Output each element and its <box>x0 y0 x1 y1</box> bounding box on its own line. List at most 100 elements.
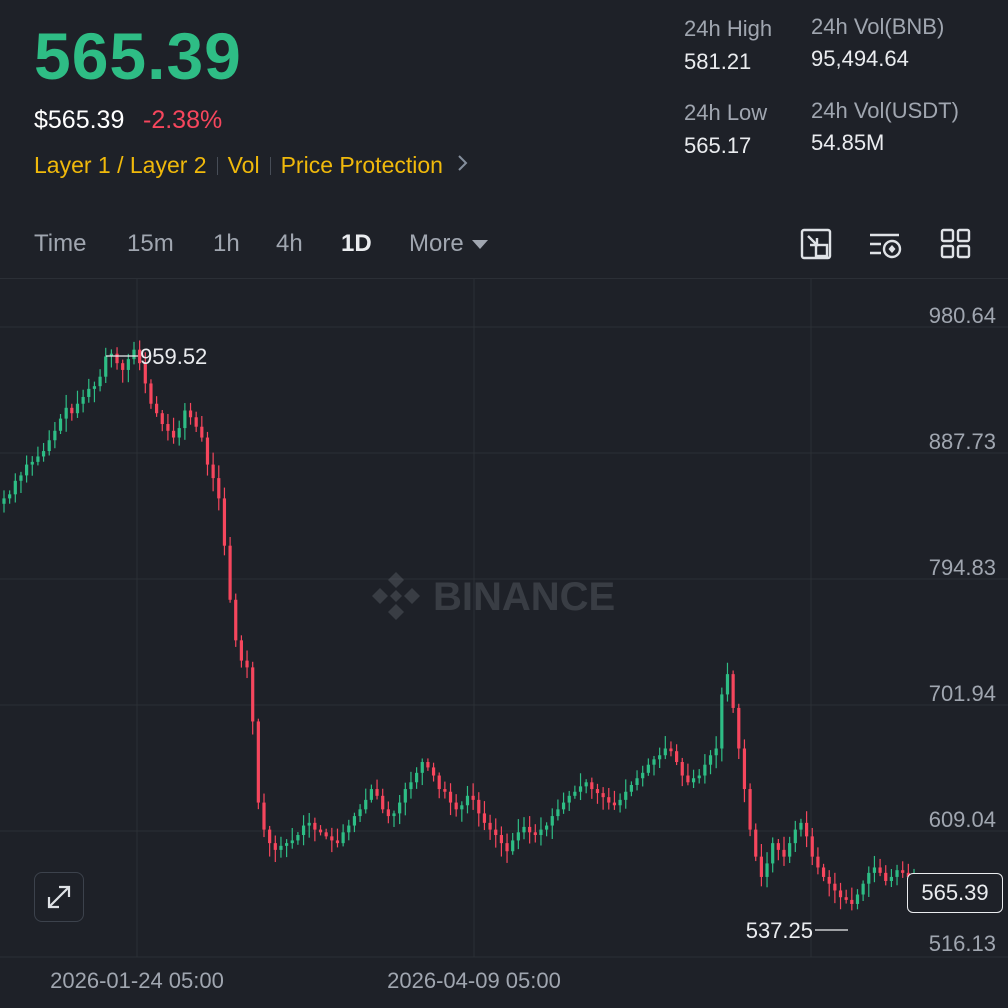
candle-body <box>725 674 730 695</box>
candle-body <box>680 762 684 776</box>
candle-body <box>810 836 814 857</box>
indicator-settings-icon[interactable] <box>867 227 903 263</box>
candle-body <box>641 772 645 779</box>
candle-body <box>386 809 390 817</box>
candlestick-chart[interactable]: BINANCE 980.64 887.73 794.83 701.94 609.… <box>0 279 1008 1008</box>
candle-body <box>318 829 323 833</box>
candle-body <box>256 721 260 803</box>
candle-body <box>578 786 583 792</box>
interval-1d[interactable]: 1D <box>341 230 372 258</box>
candle-body <box>217 478 221 499</box>
candle-body <box>420 762 424 773</box>
min-price-label: 537.25 <box>746 918 813 943</box>
candle-body <box>149 383 153 404</box>
tag-price-protection[interactable]: Price Protection <box>281 152 443 179</box>
candle-body <box>104 356 108 377</box>
candle-body <box>30 461 34 465</box>
max-price-label: 959.52 <box>140 344 207 369</box>
interval-time[interactable]: Time <box>34 230 86 258</box>
candle-body <box>742 748 747 790</box>
candle-body <box>177 428 181 438</box>
candle-body <box>392 813 396 817</box>
candle-body <box>652 759 656 765</box>
candle-body <box>703 764 707 776</box>
low-label: 24h Low <box>684 100 768 125</box>
candle-body <box>759 856 763 877</box>
candle-body <box>431 767 436 776</box>
candle-body <box>477 799 481 814</box>
candle-body <box>262 802 266 830</box>
candle-body <box>482 813 487 823</box>
candle-body <box>838 890 843 898</box>
candle-body <box>799 822 803 830</box>
candle-body <box>708 755 713 765</box>
candle-body <box>776 843 780 850</box>
candle-body <box>273 843 277 850</box>
interval-15m[interactable]: 15m <box>127 230 174 258</box>
candle-body <box>765 863 769 877</box>
candle-body <box>183 410 187 429</box>
candle-body <box>398 802 402 814</box>
candle-body <box>194 417 198 427</box>
candle-body <box>330 836 334 841</box>
tag-vol[interactable]: Vol <box>228 152 260 179</box>
candle-body <box>522 826 526 833</box>
candle-body <box>160 413 164 425</box>
high-label: 24h High <box>684 16 773 41</box>
candle-body <box>268 829 272 844</box>
candle-body <box>13 480 17 495</box>
candles-group <box>2 340 916 911</box>
candle-body <box>691 778 696 783</box>
candle-body <box>675 751 679 763</box>
expand-icon <box>47 885 71 909</box>
candle-body <box>533 832 537 836</box>
candle-body <box>307 822 311 826</box>
candle-body <box>364 799 368 810</box>
candle-body <box>460 805 464 810</box>
candle-body <box>833 883 837 891</box>
candle-body <box>635 778 639 785</box>
candle-body <box>872 867 877 873</box>
tag-layer[interactable]: Layer 1 / Layer 2 <box>34 152 207 179</box>
candle-body <box>731 674 735 708</box>
candle-body <box>369 789 373 800</box>
candle-body <box>75 403 80 414</box>
candle-body <box>720 694 724 749</box>
caret-down-icon <box>471 239 488 249</box>
candle-body <box>561 802 566 810</box>
fullscreen-button[interactable] <box>34 872 84 922</box>
y-tick-label: 516.13 <box>929 931 996 956</box>
candle-body <box>126 359 130 370</box>
candle-body <box>816 856 820 868</box>
chart-settings-icon[interactable] <box>799 227 835 263</box>
candle-body <box>171 430 176 438</box>
candle-body <box>714 748 718 756</box>
candle-body <box>211 464 215 479</box>
more-intervals-dropdown[interactable]: More <box>409 230 488 258</box>
candle-body <box>850 899 854 904</box>
candle-body <box>686 775 690 783</box>
min-price-marker: 537.25 <box>746 918 848 943</box>
x-tick-label: 2026-01-24 05:00 <box>50 968 224 993</box>
watermark-text: BINANCE <box>433 575 615 619</box>
interval-4h[interactable]: 4h <box>276 230 303 258</box>
candle-body <box>19 475 23 481</box>
grid-layout-icon[interactable] <box>939 227 975 263</box>
candle-body <box>205 437 210 465</box>
candle-body <box>844 897 848 900</box>
candle-body <box>488 822 492 830</box>
candle-body <box>612 802 617 806</box>
candle-body <box>505 843 509 852</box>
candle-body <box>426 762 430 768</box>
chevron-right-icon[interactable] <box>457 153 469 179</box>
tag-row[interactable]: Layer 1 / Layer 2 Vol Price Protection <box>34 152 469 179</box>
tag-separator <box>269 156 271 175</box>
candle-body <box>545 825 549 830</box>
interval-1h[interactable]: 1h <box>213 230 240 258</box>
candle-body <box>53 430 57 441</box>
candle-body <box>511 840 515 852</box>
candle-body <box>788 843 792 857</box>
candle-body <box>573 791 577 796</box>
candle-body <box>867 872 871 884</box>
candle-body <box>878 867 882 873</box>
